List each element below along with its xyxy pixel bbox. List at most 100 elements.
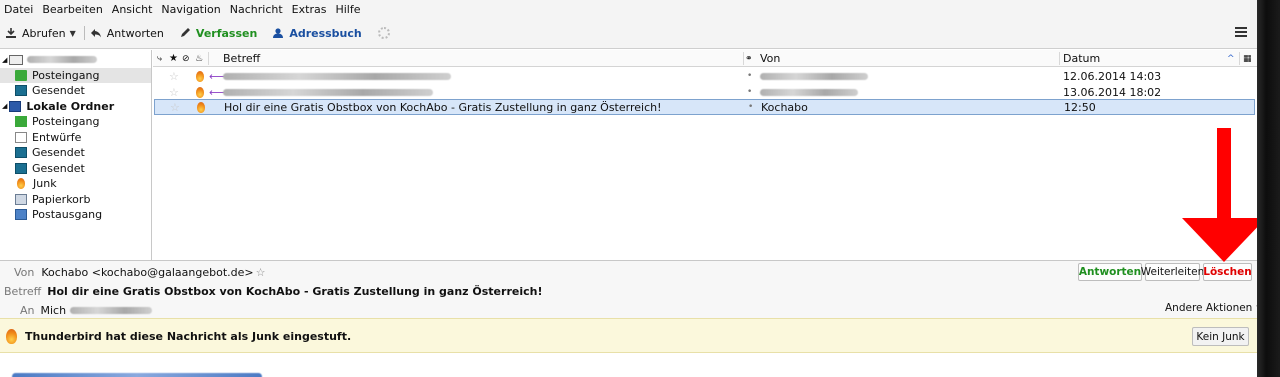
reply-header-button[interactable]: Antworten <box>1078 263 1142 281</box>
message-row-selected[interactable]: ☆ Hol dir eine Gratis Obstbox von KochAb… <box>154 99 1255 115</box>
flame-column-icon: ♨ <box>195 53 204 64</box>
activity-spinner-icon <box>377 27 390 39</box>
collapse-triangle-icon[interactable]: ◢ <box>2 56 7 64</box>
sent-icon <box>15 85 27 97</box>
junk-flame-icon[interactable] <box>196 86 204 98</box>
folder-local-root[interactable]: ◢ Lokale Ordner <box>0 99 151 115</box>
reply-button[interactable]: Antworten <box>89 26 164 40</box>
paperclip-icon: ⊘ <box>182 53 190 64</box>
junk-flame-icon[interactable] <box>196 70 204 82</box>
folder-local-sent-2[interactable]: Gesendet <box>0 161 151 177</box>
correspondent-icon: ⚭ <box>745 53 753 64</box>
message-date: 12:50 <box>1064 100 1096 114</box>
unread-dot-icon[interactable]: • <box>747 87 752 97</box>
star-icon[interactable]: ☆ <box>170 101 180 114</box>
folder-local-trash[interactable]: Papierkorb <box>0 192 151 208</box>
contact-icon <box>271 26 285 40</box>
addressbook-label: Adressbuch <box>289 26 362 40</box>
menu-extras[interactable]: Extras <box>292 3 327 16</box>
delete-label: Löschen <box>1203 266 1252 278</box>
from-value[interactable]: Kochabo <kochabo@galaangebot.de> <box>41 266 253 279</box>
folder-account-inbox[interactable]: Posteingang <box>0 67 151 83</box>
folder-local-outbox[interactable]: Postausgang <box>0 207 151 223</box>
folder-local-inbox[interactable]: Posteingang <box>0 114 151 130</box>
delete-button[interactable]: Löschen <box>1203 263 1252 281</box>
menu-hilfe[interactable]: Hilfe <box>335 3 360 16</box>
thread-column-icon[interactable]: ⤷ <box>157 50 162 67</box>
unread-dot-icon[interactable]: • <box>748 102 753 112</box>
from-column-header[interactable]: Von <box>760 50 780 67</box>
menu-ansicht[interactable]: Ansicht <box>112 3 153 16</box>
folder-label: Lokale Ordner <box>26 99 115 113</box>
folder-local-sent[interactable]: Gesendet <box>0 145 151 161</box>
junk-warning-icon <box>6 329 17 344</box>
from-label: Von <box>14 266 35 279</box>
menu-datei[interactable]: Datei <box>4 3 33 16</box>
folder-label: Postausgang <box>32 208 103 222</box>
correspondent-column[interactable]: ⚭ <box>745 50 753 67</box>
forward-button[interactable]: Weiterleiten <box>1141 263 1204 281</box>
subject-redacted <box>223 72 451 80</box>
menu-nachricht[interactable]: Nachricht <box>230 3 283 16</box>
folder-label: Entwürfe <box>32 130 82 144</box>
date-column-header[interactable]: Datum <box>1063 50 1100 67</box>
other-actions-label: Andere Aktionen <box>1165 302 1253 314</box>
toolbar-separator <box>83 26 85 40</box>
get-messages-dropdown-icon[interactable]: ▼ <box>70 29 76 38</box>
message-date: 13.06.2014 18:02 <box>1063 85 1162 99</box>
sort-ascending-icon[interactable]: ^ <box>1227 50 1235 67</box>
star-icon[interactable]: ☆ <box>169 70 179 83</box>
message-subject: Hol dir eine Gratis Obstbox von KochAbo … <box>224 100 662 114</box>
folder-account-row[interactable]: ◢ <box>0 52 151 68</box>
to-value[interactable]: Mich <box>41 304 67 317</box>
other-actions-button[interactable]: Andere Aktionen ▼ <box>1165 302 1257 314</box>
message-body <box>0 353 1257 377</box>
unread-dot-icon[interactable]: • <box>747 71 752 81</box>
app-menu-hamburger-icon[interactable] <box>1235 27 1247 37</box>
message-row[interactable]: ☆ ⟵ • 13.06.2014 18:02 <box>153 84 1257 100</box>
thunderbird-window: Datei Bearbeiten Ansicht Navigation Nach… <box>0 0 1257 377</box>
menu-bearbeiten[interactable]: Bearbeiten <box>42 3 102 16</box>
star-contact-icon[interactable]: ☆ <box>256 266 266 279</box>
get-messages-button[interactable]: Abrufen <box>4 26 66 40</box>
junk-column[interactable]: ♨ <box>195 50 203 67</box>
junk-flame-icon[interactable] <box>197 101 205 113</box>
menu-navigation[interactable]: Navigation <box>161 3 220 16</box>
attachment-column[interactable]: ⊘ <box>182 50 190 67</box>
folder-local-junk[interactable]: Junk <box>0 176 151 192</box>
reply-header-label: Antworten <box>1078 266 1142 278</box>
forward-label: Weiterleiten <box>1140 266 1205 278</box>
column-divider <box>743 52 744 65</box>
inbox-icon <box>15 116 27 128</box>
junk-notification-bar: Thunderbird hat diese Nachricht als Junk… <box>0 318 1257 353</box>
not-junk-label: Kein Junk <box>1196 330 1245 343</box>
starred-column[interactable]: ★ <box>169 50 178 67</box>
inbox-icon <box>15 69 27 81</box>
thread-icon: ⤷ <box>157 53 163 64</box>
not-junk-button[interactable]: Kein Junk <box>1192 327 1249 346</box>
collapse-triangle-icon[interactable]: ◢ <box>2 102 7 110</box>
thread-column-header: ⤷ ★ ⊘ ♨ Betreff ⚭ Von Datum ^ ▦ <box>153 50 1257 67</box>
menubar: Datei Bearbeiten Ansicht Navigation Nach… <box>0 0 1257 18</box>
message-row[interactable]: ☆ ⟵ • 12.06.2014 14:03 <box>153 68 1257 84</box>
drafts-icon <box>15 131 27 143</box>
subject-column-header[interactable]: Betreff <box>223 50 260 67</box>
folder-local-drafts[interactable]: Entwürfe <box>0 130 151 146</box>
message-date: 12.06.2014 14:03 <box>1063 69 1162 83</box>
folder-account-sent[interactable]: Gesendet <box>0 83 151 99</box>
get-messages-label: Abrufen <box>22 26 66 40</box>
addressbook-button[interactable]: Adressbuch <box>271 26 362 40</box>
junk-notification-text: Thunderbird hat diese Nachricht als Junk… <box>25 330 352 343</box>
recipient-redacted <box>70 307 153 314</box>
subject-column-label: Betreff <box>223 52 261 65</box>
date-column-label: Datum <box>1063 52 1101 65</box>
star-icon[interactable]: ☆ <box>169 86 179 99</box>
compose-button[interactable]: Verfassen <box>178 26 257 40</box>
column-picker-icon[interactable]: ▦ <box>1243 50 1252 67</box>
folder-label: Posteingang <box>32 115 100 129</box>
sent-icon <box>15 162 27 174</box>
junk-icon <box>17 178 25 190</box>
red-annotation-arrow-icon <box>1182 128 1266 262</box>
header-from-line: Von Kochabo <kochabo@galaangebot.de> ☆ <box>14 266 265 279</box>
thread-pane: ⤷ ★ ⊘ ♨ Betreff ⚭ Von Datum ^ ▦ ☆ ⟵ • 12… <box>153 50 1257 260</box>
